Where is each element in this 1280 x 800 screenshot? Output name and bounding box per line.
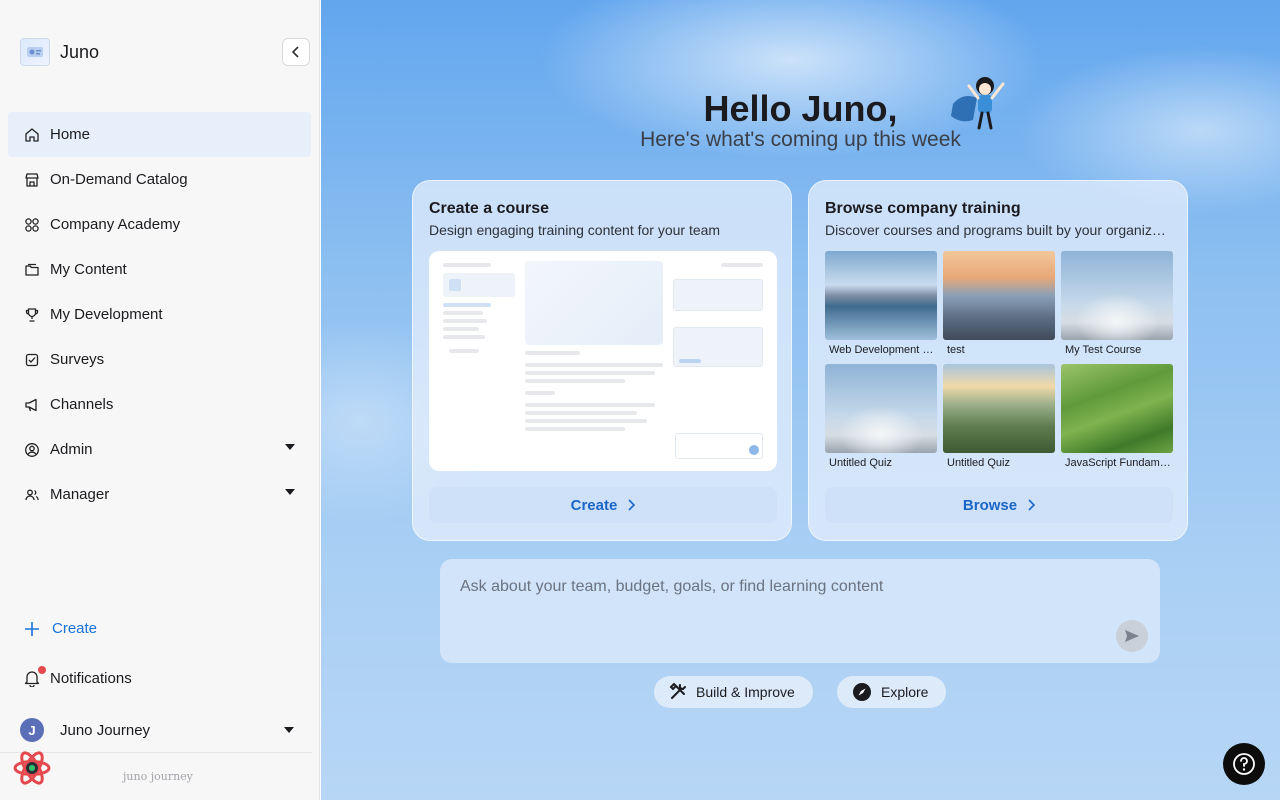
avatar: J: [20, 718, 44, 742]
sidebar-item-my-development[interactable]: My Development: [8, 292, 311, 337]
user-menu[interactable]: J Juno Journey: [20, 718, 300, 742]
juno-logo-icon: [20, 38, 50, 66]
course-title: Untitled Quiz: [829, 457, 892, 469]
plus-icon: [25, 621, 39, 636]
sidebar-item-label: Admin: [50, 441, 93, 458]
caret-down-icon[interactable]: [285, 444, 295, 450]
create-course-button[interactable]: Create: [429, 487, 777, 523]
build-improve-chip[interactable]: Build & Improve: [654, 676, 813, 708]
create-course-card: Create a course Design engaging training…: [412, 180, 792, 541]
sidebar-item-channels[interactable]: Channels: [8, 382, 311, 427]
course-editor-preview: [429, 251, 777, 471]
sidebar: Juno Home On-Demand Catalog Company Acad…: [0, 0, 320, 800]
greeting-subtitle: Here's what's coming up this week: [640, 128, 961, 151]
sidebar-item-label: Company Academy: [50, 216, 181, 233]
folder-icon: [25, 263, 39, 276]
course-title: Web Development Bootcamp: [829, 344, 937, 356]
brand[interactable]: Juno: [20, 38, 99, 66]
course-tile[interactable]: test: [943, 251, 1055, 356]
trophy-icon: [25, 307, 39, 322]
sidebar-item-label: Channels: [50, 396, 114, 413]
sidebar-nav: Home On-Demand Catalog Company Academy M…: [8, 112, 311, 517]
sidebar-item-on-demand-catalog[interactable]: On-Demand Catalog: [8, 157, 311, 202]
card-subtitle: Discover courses and programs built by y…: [825, 222, 1170, 238]
help-button[interactable]: [1223, 743, 1265, 785]
bell-icon: [24, 666, 46, 688]
course-tile[interactable]: Untitled Quiz: [943, 364, 1055, 469]
chevron-right-icon: [1028, 499, 1036, 511]
chat-input[interactable]: Ask about your team, budget, goals, or f…: [460, 578, 883, 596]
help-icon: [1233, 753, 1255, 775]
grid-circles-icon: [25, 217, 39, 232]
sidebar-item-my-content[interactable]: My Content: [8, 247, 311, 292]
react-logo-icon[interactable]: [12, 748, 52, 788]
caret-down-icon[interactable]: [285, 489, 295, 495]
course-tile[interactable]: JavaScript Fundamentals: [1061, 364, 1173, 469]
user-name: Juno Journey: [60, 721, 151, 739]
chevron-right-icon: [628, 499, 636, 511]
browse-training-button[interactable]: Browse: [825, 487, 1173, 523]
brand-name: Juno: [60, 41, 100, 62]
sidebar-item-label: Manager: [50, 486, 110, 503]
create-button[interactable]: Create: [24, 620, 97, 637]
sidebar-item-label: My Development: [50, 306, 163, 323]
sidebar-item-label: My Content: [50, 261, 127, 278]
survey-icon: [25, 353, 39, 366]
course-tile[interactable]: Untitled Quiz: [825, 364, 937, 469]
course-thumbnail: [943, 364, 1055, 453]
course-tile[interactable]: My Test Course: [1061, 251, 1173, 356]
course-title: JavaScript Fundamentals: [1065, 457, 1173, 469]
users-icon: [25, 489, 39, 500]
sidebar-item-company-academy[interactable]: Company Academy: [8, 202, 311, 247]
user-circle-icon: [25, 442, 39, 457]
explore-chip[interactable]: Explore: [837, 676, 947, 708]
card-subtitle: Design engaging training content for you…: [429, 222, 721, 238]
create-button-label: Create: [570, 496, 618, 514]
sidebar-item-surveys[interactable]: Surveys: [8, 337, 311, 382]
chat-input-box[interactable]: Ask about your team, budget, goals, or f…: [440, 559, 1160, 663]
card-title: Browse company training: [825, 200, 1021, 217]
send-icon: [1125, 630, 1139, 642]
sidebar-item-label: Home: [50, 126, 91, 143]
create-label: Create: [52, 620, 98, 637]
chip-label: Explore: [881, 684, 929, 700]
browse-training-card: Browse company training Discover courses…: [808, 180, 1188, 541]
browse-button-label: Browse: [962, 496, 1018, 514]
chip-label: Build & Improve: [696, 684, 795, 700]
home-icon: [25, 127, 39, 142]
tools-icon: [669, 683, 686, 699]
notifications-label: Notifications: [50, 669, 132, 687]
compass-icon: [853, 683, 871, 701]
caret-down-icon[interactable]: [284, 727, 294, 733]
course-title: Untitled Quiz: [947, 457, 1010, 469]
course-tile[interactable]: Web Development Bootcamp: [825, 251, 937, 356]
sidebar-item-label: On-Demand Catalog: [50, 171, 188, 188]
course-title: My Test Course: [1065, 344, 1142, 356]
megaphone-icon: [25, 398, 37, 411]
send-button[interactable]: [1116, 620, 1148, 652]
chevron-left-icon: [291, 46, 299, 58]
greeting-title: Hello Juno,: [703, 88, 898, 129]
course-title: test: [947, 344, 965, 356]
main-content: Hello Juno, Here's what's coming up this…: [321, 0, 1280, 800]
storefront-icon: [25, 172, 39, 187]
course-thumbnail: [943, 251, 1055, 340]
course-thumbnail: [825, 251, 937, 340]
course-thumbnail: [1061, 364, 1173, 453]
course-thumbnail: [825, 364, 937, 453]
card-title: Create a course: [429, 200, 550, 217]
collapse-sidebar-button[interactable]: [282, 38, 310, 66]
footer-brand-text: juno journey: [123, 770, 193, 783]
course-thumbnail: [1061, 251, 1173, 340]
mascot-illustration: [951, 77, 1005, 130]
sidebar-item-admin[interactable]: Admin: [8, 427, 311, 472]
notifications-button[interactable]: Notifications: [24, 666, 132, 688]
sidebar-item-label: Surveys: [50, 351, 105, 368]
sidebar-item-home[interactable]: Home: [8, 112, 311, 157]
notification-badge: [38, 666, 46, 674]
sidebar-item-manager[interactable]: Manager: [8, 472, 311, 517]
